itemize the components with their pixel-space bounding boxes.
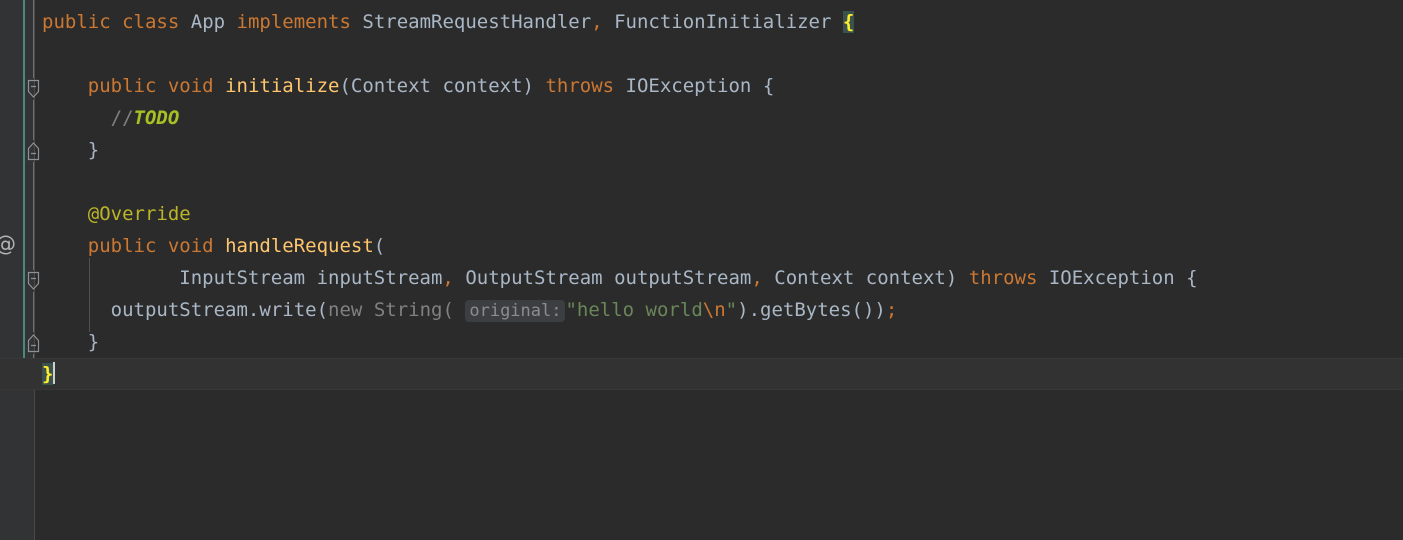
method-name-initialize: initialize [225,75,340,97]
escape-sequence-newline: \n [702,299,726,321]
fold-region-line [33,292,34,332]
param-context: context [865,267,946,289]
code-line-9[interactable]: InputStream inputStream, OutputStream ou… [35,262,1403,294]
type-string: String [373,299,443,321]
text-caret [53,362,56,384]
dot-operator-2: . [748,299,761,321]
brace-match-close: } [42,363,54,385]
code-line-3[interactable]: public void initialize(Context context) … [35,70,1403,102]
brace-open: { [762,75,775,97]
brace-open: { [1186,267,1198,289]
call-write: write [259,299,317,321]
keyword-implements: implements [236,11,351,33]
param-inputstream: inputStream [316,267,443,289]
semicolon: ; [885,299,898,321]
type-functioninitializer: FunctionInitializer [614,11,832,33]
code-line-7[interactable]: @Override [35,198,1403,230]
fold-region-line [33,0,34,78]
type-inputstream: InputStream [179,267,306,289]
keyword-throws: throws [545,75,615,97]
comma-2: , [751,267,763,289]
code-editor[interactable]: @ [0,0,1403,540]
keyword-public: public [87,235,157,257]
inline-parameter-hint-original[interactable]: original: [465,300,566,322]
code-line-4[interactable]: //TODO [35,102,1403,134]
type-context: Context [350,75,431,97]
receiver-outputstream: outputStream [110,299,248,321]
paren-close: ) [522,75,534,97]
type-ioexception: IOException [625,75,752,97]
code-folding-ribbon[interactable] [27,0,40,540]
code-line-11[interactable]: } [35,326,1403,358]
paren-close: ) [945,267,958,289]
code-line-8[interactable]: public void handleRequest( [35,230,1403,262]
keyword-void: void [167,235,214,257]
fold-region-line [33,100,34,140]
keyword-public: public [42,11,111,33]
brace-close: } [87,139,100,161]
code-line-5[interactable]: } [35,134,1403,166]
string-literal-start: "hello world [565,299,703,321]
parens-getbytes: () [851,299,875,321]
type-ioexception: IOException [1048,267,1175,289]
code-line-10[interactable]: outputStream.write(new String( original:… [35,294,1403,326]
paren-close-string: ) [737,299,749,321]
paren-close-write: ) [874,299,886,321]
todo-marker: TODO [133,107,180,129]
annotation-override: @Override [87,203,191,225]
code-line-1[interactable]: public class App implements StreamReques… [35,6,1403,38]
fold-region-line [33,162,34,270]
paren-open: ( [373,235,386,257]
code-text-area[interactable]: public class App implements StreamReques… [0,0,1403,540]
keyword-throws: throws [968,267,1038,289]
paren-open-string: ( [442,299,454,321]
keyword-void: void [167,75,214,97]
type-context: Context [774,267,855,289]
override-annotation-icon[interactable]: @ [0,232,15,256]
comment-slashes: // [110,107,134,129]
brace-match-open: { [842,11,855,33]
brace-close: } [87,331,100,353]
param-outputstream: outputStream [614,267,752,289]
keyword-new: new [328,299,363,321]
type-outputstream: OutputStream [465,267,603,289]
call-getbytes: getBytes [760,299,852,321]
class-name-app: App [190,11,226,33]
comma-1: , [591,11,603,33]
paren-open: ( [339,75,351,97]
paren-open: ( [316,299,329,321]
param-context: context [442,75,523,97]
dot-operator: . [247,299,260,321]
type-streamrequesthandler: StreamRequestHandler [362,11,592,33]
keyword-class: class [122,11,180,33]
string-literal-end: " [725,299,738,321]
comma-1: , [442,267,454,289]
keyword-public: public [87,75,157,97]
method-name-handlerequest: handleRequest [225,235,374,257]
code-line-12[interactable]: } [35,358,1403,390]
